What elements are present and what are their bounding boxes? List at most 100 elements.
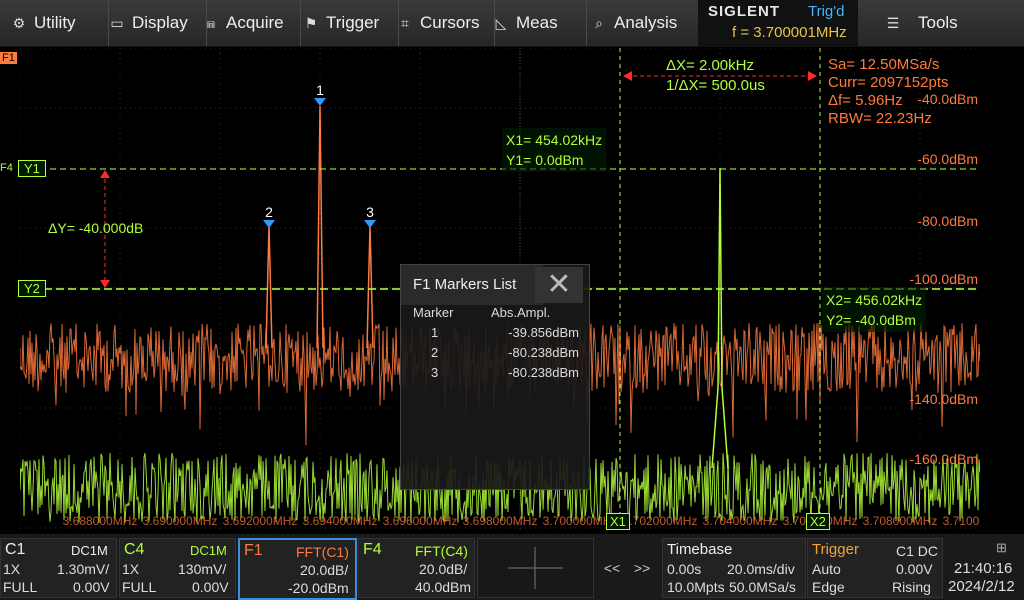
analysis-icon: ⌕	[595, 14, 603, 31]
c4-coupling: DC1M	[190, 543, 227, 558]
clock-date: 2024/2/12	[948, 578, 1015, 595]
menu-cursors-label: Cursors	[420, 13, 480, 32]
next-page-button[interactable]: >>	[628, 542, 656, 594]
x-tick-label: 3.692000MHz	[223, 514, 298, 528]
menu-analysis-label: Analysis	[614, 13, 678, 32]
timebase-sample-rate: 50.0MSa/s	[729, 579, 796, 595]
timebase-title: Timebase	[667, 541, 733, 558]
x-tick-label: 3.710000MHz	[943, 514, 980, 528]
f1-reference: -20.0dBm	[288, 580, 349, 596]
c1-probe: 1X	[3, 561, 21, 577]
markers-list-title: F1 Markers List	[401, 265, 543, 305]
fft-current-points: Curr= 2097152pts	[828, 74, 949, 91]
timebase-scale: 20.0ms/div	[727, 561, 795, 577]
x1-y1-readout: X1= 454.02kHz Y1= 0.0dBm	[502, 128, 607, 172]
timebase-box[interactable]: Timebase 0.00s 20.0ms/div 10.0Mpts 50.0M…	[662, 538, 806, 598]
add-channel-button[interactable]	[477, 538, 594, 598]
measure-icon: ◺	[495, 14, 507, 31]
markers-col-marker: Marker	[413, 305, 454, 320]
f1-peak-3	[366, 225, 374, 349]
function-f1-box[interactable]: F1 FFT(C1) 20.0dB/ -20.0dBm	[238, 538, 357, 600]
marker-pin	[364, 220, 376, 228]
y1-cursor-tag[interactable]: Y1	[18, 160, 46, 177]
markers-list-panel: F1 Markers List ✕ Marker Abs.Ampl. 1 -39.…	[400, 264, 590, 490]
menu-utility[interactable]: ⚙ Utility	[0, 0, 109, 46]
cursor-icon: ⌗	[401, 14, 409, 31]
trigger-box[interactable]: Trigger C1 DC Auto 0.00V Edge Rising	[807, 538, 943, 598]
f1-peak-2	[265, 225, 273, 349]
y-tick-label: -80.0dBm	[917, 213, 978, 229]
x-tick-label: 3.702000MHz	[623, 514, 698, 528]
x-tick-label: 3.690000MHz	[143, 514, 218, 528]
f1-peak-1	[316, 105, 324, 349]
delta-x-arrowhead-right	[808, 71, 817, 81]
menu-tools-label: Tools	[918, 13, 958, 32]
frequency-readout: f = 3.700001MHz	[732, 24, 847, 41]
tools-icon: ☰	[886, 14, 900, 31]
function-f4-box[interactable]: F4 FFT(C4) 20.0dB/ 40.0dBm	[358, 538, 475, 598]
x2-cursor-tag[interactable]: X2	[806, 513, 830, 530]
fft-sample-rate: Sa= 12.50MSa/s	[828, 56, 940, 73]
trigger-source: C1 DC	[896, 543, 939, 559]
channel-c1-box[interactable]: C1 DC1M 1X 1.30mV/ FULL 0.00V	[0, 538, 117, 598]
marker-pin	[263, 220, 275, 228]
trigger-slope: Rising	[892, 579, 931, 595]
menu-acquire[interactable]: ⩎ Acquire	[196, 0, 301, 46]
close-icon[interactable]: ✕	[535, 267, 583, 303]
x-tick-label: 3.698000MHz	[463, 514, 538, 528]
marker-row[interactable]: 2 -80.238dBm	[401, 345, 589, 365]
f1-function: FFT(C1)	[296, 544, 349, 560]
y-tick-label: -60.0dBm	[917, 151, 978, 167]
marker-id: 3	[431, 365, 439, 380]
menu-display[interactable]: ▭ Display	[98, 0, 207, 46]
f1-name: F1	[244, 542, 263, 559]
menu-meas-label: Meas	[516, 13, 558, 32]
marker-label: 3	[366, 204, 374, 220]
prev-page-button[interactable]: <<	[598, 542, 626, 594]
network-icon: ⊞	[996, 540, 1007, 555]
delta-x-readout: ΔX= 2.00kHz 1/ΔX= 500.0us	[666, 56, 765, 96]
marker-label: 2	[265, 204, 273, 220]
plus-icon	[508, 547, 563, 589]
trigger-status: Trig'd	[808, 3, 845, 20]
c4-probe: 1X	[122, 561, 140, 577]
c1-name: C1	[5, 541, 26, 558]
menu-cursors[interactable]: ⌗ Cursors	[390, 0, 495, 46]
f4-trace-tag: F4	[0, 162, 13, 174]
marker-ampl: -39.856dBm	[508, 325, 579, 340]
menu-analysis[interactable]: ⌕ Analysis	[582, 0, 701, 46]
menu-utility-label: Utility	[34, 13, 76, 32]
trigger-level: 0.00V	[896, 561, 933, 577]
gear-icon: ⚙	[12, 14, 26, 31]
c4-offset: 0.00V	[192, 579, 229, 595]
trigger-mode: Auto	[812, 561, 841, 577]
f4-scale: 20.0dB/	[419, 561, 468, 577]
marker-pin	[314, 98, 326, 106]
delta-y-arrowhead-bottom	[100, 280, 110, 288]
f1-trace-tag: F1	[0, 52, 17, 64]
f4-name: F4	[363, 541, 382, 558]
menu-display-label: Display	[132, 13, 188, 32]
clock-box: ⊞ 21:40:16 2024/2/12	[944, 538, 1022, 596]
marker-row[interactable]: 1 -39.856dBm	[401, 325, 589, 345]
channel-c4-box[interactable]: C4 DC1M 1X 130mV/ FULL 0.00V	[119, 538, 236, 598]
waveform-screen[interactable]: 1 2 3 -40.0dBm -60.0dBm -80.0dBm -100.0dBm -140…	[0, 48, 1024, 532]
x1-cursor-tag[interactable]: X1	[606, 513, 630, 530]
brand-logo: SIGLENT	[708, 3, 781, 20]
menu-trigger[interactable]: ⚑ Trigger	[294, 0, 399, 46]
menu-tools[interactable]: ☰ Tools	[870, 0, 1024, 46]
menu-meas[interactable]: ◺ Meas	[488, 0, 587, 46]
c1-bandwidth: FULL	[3, 579, 38, 595]
c1-scale: 1.30mV/	[57, 561, 110, 577]
trigger-type: Edge	[812, 579, 845, 595]
c1-coupling: DC1M	[71, 543, 108, 558]
acquire-icon: ⩎	[207, 14, 215, 31]
menu-trigger-label: Trigger	[326, 13, 380, 32]
marker-row[interactable]: 3 -80.238dBm	[401, 365, 589, 385]
x2-value: X2= 456.02kHz	[826, 292, 923, 308]
clock-time: 21:40:16	[954, 560, 1013, 577]
c4-bandwidth: FULL	[122, 579, 157, 595]
f4-reference: 40.0dBm	[415, 579, 472, 595]
marker-id: 1	[431, 325, 439, 340]
y2-cursor-tag[interactable]: Y2	[18, 280, 46, 297]
